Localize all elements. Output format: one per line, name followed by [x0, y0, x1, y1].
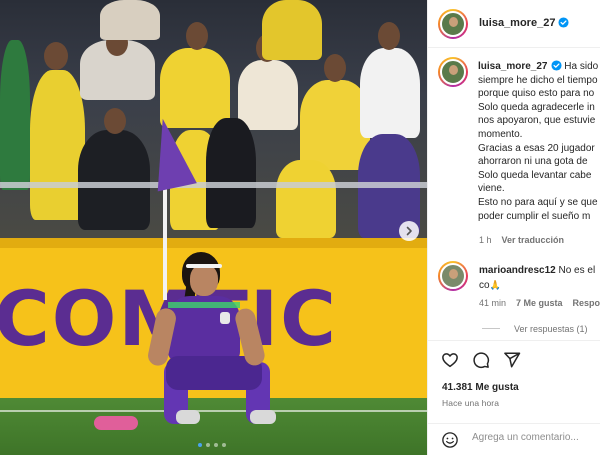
post-caption: luisa_more_27 Ha sido siempre he dicho e… — [478, 60, 600, 223]
carousel-dot — [198, 443, 202, 447]
heart-icon[interactable] — [441, 351, 459, 369]
like-count[interactable]: 41.381 Me gusta — [442, 382, 519, 393]
chevron-right-icon — [406, 226, 412, 236]
verified-badge-icon — [550, 60, 562, 71]
comment-text-line2: co — [479, 280, 490, 291]
view-replies-button[interactable]: Ver respuestas (1) — [482, 324, 588, 334]
comment-reply-button[interactable]: Respo — [573, 298, 600, 308]
action-bar — [428, 340, 600, 380]
carousel-dot — [206, 443, 210, 447]
carousel-indicator — [198, 443, 226, 447]
caption-author-avatar[interactable] — [438, 57, 468, 87]
caption-line: Esto no para aquí y se que — [478, 196, 598, 208]
author-avatar[interactable] — [438, 9, 468, 39]
caption-line: viene. — [478, 183, 505, 195]
caption-line: momento. — [478, 128, 523, 140]
smiley-icon[interactable] — [441, 431, 459, 449]
caption-line: Solo queda levantar cabe — [478, 169, 592, 181]
caption-line: siempre he dicho el tiempo — [478, 74, 598, 86]
caption-line: nos apoyaron, que estuvie — [478, 115, 596, 127]
caption-line: Ha sido — [564, 61, 599, 72]
comment-input[interactable] — [472, 432, 597, 443]
caption-line: Gracias a esas 20 jugador — [478, 142, 595, 154]
translate-link[interactable]: Ver traducción — [502, 235, 565, 245]
caption-meta: 1 h Ver traducción — [479, 235, 564, 245]
carousel-dot — [222, 443, 226, 447]
stadium-railing — [0, 182, 427, 188]
paper-plane-icon[interactable] — [503, 351, 521, 369]
comment-text-line1: No es el — [558, 265, 596, 276]
caption-line: poder cumplir el sueño m — [478, 210, 591, 222]
comment-meta: 41 min 7 Me gusta Respo — [479, 298, 600, 308]
comment-bubble-icon[interactable] — [472, 351, 490, 369]
commenter-avatar[interactable] — [438, 261, 468, 291]
caption-timestamp[interactable]: 1 h — [479, 235, 492, 245]
comment-body: marioandresc12 No es el co🙏 — [479, 264, 600, 293]
author-username[interactable]: luisa_more_27 — [479, 17, 569, 29]
post-time[interactable]: Hace una hora — [442, 398, 499, 408]
caption-line: Solo queda agradecerle in — [478, 101, 595, 113]
caption-line: porque quiso esto para no — [478, 88, 595, 100]
author-username-text[interactable]: luisa_more_27 — [479, 17, 555, 29]
verified-badge-icon — [558, 17, 569, 28]
post-header: luisa_more_27 — [428, 0, 600, 48]
post-side-panel: luisa_more_27 luisa_more_27 Ha sido siem… — [427, 0, 600, 455]
pray-emoji: 🙏 — [489, 280, 501, 290]
commenter-username[interactable]: marioandresc12 — [479, 265, 556, 276]
caption-username[interactable]: luisa_more_27 — [478, 61, 548, 72]
crowd-background — [0, 0, 427, 238]
goalkeeper-gloves — [94, 416, 138, 430]
comment-timestamp[interactable]: 41 min — [479, 298, 506, 308]
carousel-dot — [214, 443, 218, 447]
seated-player — [146, 250, 286, 435]
carousel-next-button[interactable] — [399, 221, 419, 241]
comment-likes[interactable]: 7 Me gusta — [516, 298, 563, 308]
caption-line: ahorraron ni una gota de — [478, 156, 588, 168]
comment-composer — [428, 423, 600, 455]
post-media[interactable]: COMTIC — [0, 0, 427, 455]
